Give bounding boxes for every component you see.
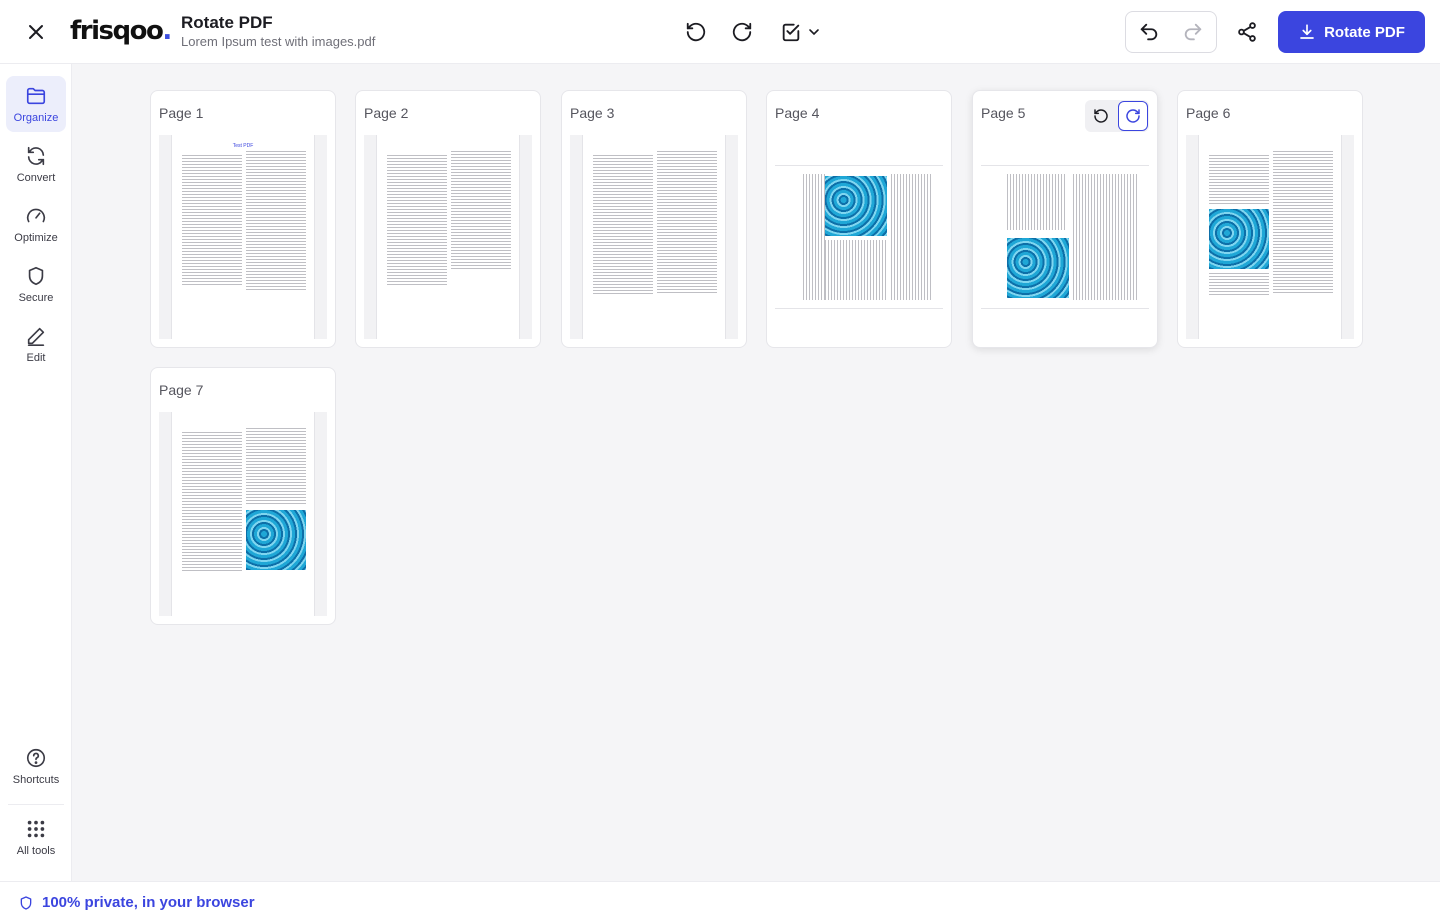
page-rotate-controls [1085, 100, 1149, 132]
redo-icon [1184, 23, 1202, 41]
sidebar-label-organize: Organize [13, 111, 59, 124]
page-label: Page 7 [159, 382, 204, 398]
rotate-right-icon [1126, 109, 1140, 123]
rotate-left-icon [1094, 109, 1108, 123]
title-block: Rotate PDF Lorem Ipsum test with images.… [181, 13, 375, 50]
chevron-down-icon [809, 29, 819, 36]
help-circle-icon [26, 748, 46, 767]
page-card-7[interactable]: Page 7 [150, 367, 336, 625]
thumbnail-image [1007, 238, 1069, 298]
sidebar-label-optimize: Optimize [14, 231, 58, 244]
thumbnail-image [825, 176, 887, 236]
page-thumbnail [364, 135, 532, 339]
file-name: Lorem Ipsum test with images.pdf [181, 34, 376, 49]
undo-icon [1140, 23, 1158, 41]
page-card-2[interactable]: Page 2 [355, 90, 541, 348]
sidebar-item-convert[interactable]: Convert [6, 136, 66, 192]
rotate-all-left-button[interactable] [679, 15, 713, 49]
page-thumbnail: Test PDF [159, 135, 327, 339]
rotate-all-right-button[interactable] [725, 15, 759, 49]
top-bar: frisqoo. Rotate PDF Lorem Ipsum test wit… [0, 0, 1440, 64]
grid-icon [27, 820, 45, 837]
thumbnail-title: Test PDF [232, 143, 254, 149]
sidebar-item-secure[interactable]: Secure [6, 256, 66, 312]
sidebar: Organize Convert Optimize Secure Edit Sh… [0, 64, 72, 881]
close-button[interactable] [20, 16, 52, 48]
page-label: Page 6 [1186, 105, 1231, 121]
page-card-3[interactable]: Page 3 [561, 90, 747, 348]
sidebar-divider [8, 804, 64, 805]
page-label: Page 2 [364, 105, 409, 121]
page-thumbnail [775, 135, 943, 339]
sidebar-item-edit[interactable]: Edit [6, 316, 66, 372]
sidebar-label-shortcuts: Shortcuts [12, 773, 60, 786]
frisqoo-logo[interactable]: frisqoo. [70, 14, 172, 48]
page-thumbnail [1186, 135, 1354, 339]
page-thumbnail [981, 135, 1149, 339]
page-card-4[interactable]: Page 4 [766, 90, 952, 348]
page-thumbnail [159, 412, 327, 616]
share-button[interactable] [1230, 15, 1264, 49]
sidebar-label-secure: Secure [18, 291, 54, 304]
thumbnail-image [1209, 209, 1269, 269]
shield-icon [28, 266, 44, 285]
rotate-left-icon [686, 22, 706, 42]
page-label: Page 1 [159, 105, 204, 121]
footer-bar: 100% private, in your browser [0, 881, 1440, 923]
convert-icon [27, 146, 45, 165]
sidebar-item-shortcuts[interactable]: Shortcuts [6, 738, 66, 794]
page-label: Page 3 [570, 105, 615, 121]
sidebar-item-optimize[interactable]: Optimize [6, 196, 66, 252]
pencil-icon [27, 327, 45, 346]
history-group [1125, 11, 1217, 53]
checkbox-icon [782, 23, 800, 42]
sidebar-label-convert: Convert [16, 171, 56, 184]
undo-button[interactable] [1132, 15, 1166, 49]
sidebar-item-all-tools[interactable]: All tools [6, 809, 66, 865]
download-icon [1300, 24, 1314, 39]
rotate-page-right-button[interactable] [1118, 101, 1148, 131]
rotate-pdf-label: Rotate PDF [1324, 23, 1405, 41]
sidebar-item-organize[interactable]: Organize [6, 76, 66, 132]
page-title: Rotate PDF [181, 13, 273, 32]
page-label: Page 4 [775, 105, 820, 121]
rotate-page-left-button[interactable] [1086, 101, 1116, 131]
share-icon [1238, 22, 1256, 42]
close-icon [29, 25, 43, 39]
page-card-5[interactable]: Page 5 [972, 90, 1158, 348]
thumbnail-image [246, 510, 306, 570]
select-dropdown-button[interactable] [772, 15, 828, 49]
gauge-icon [26, 208, 46, 222]
page-label: Page 5 [981, 105, 1026, 121]
sidebar-label-edit: Edit [26, 351, 46, 364]
rotate-right-icon [732, 22, 752, 42]
page-thumbnail [570, 135, 738, 339]
folder-icon [26, 87, 46, 104]
page-card-1[interactable]: Page 1 Test PDF [150, 90, 336, 348]
page-card-6[interactable]: Page 6 [1177, 90, 1363, 348]
sidebar-label-all-tools: All tools [16, 844, 56, 857]
rotate-pdf-button[interactable]: Rotate PDF [1278, 11, 1425, 53]
redo-button[interactable] [1176, 15, 1210, 49]
privacy-notice: 100% private, in your browser [42, 894, 255, 911]
shield-icon [20, 895, 32, 910]
